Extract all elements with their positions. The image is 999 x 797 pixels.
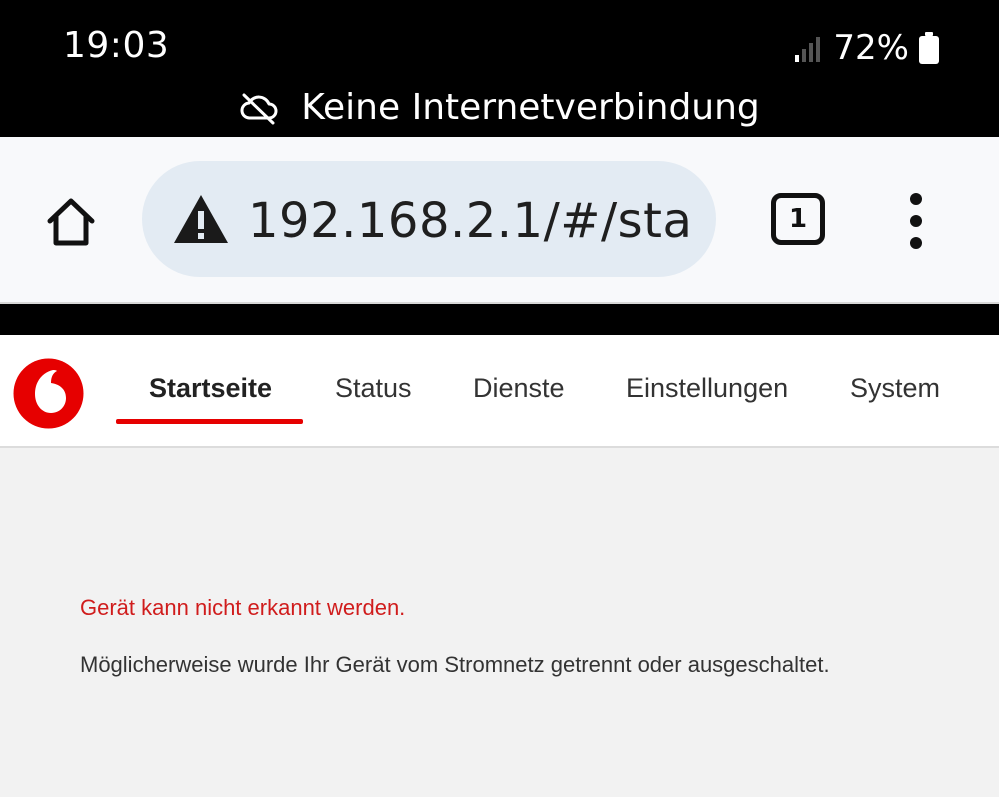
status-time: 19:03 xyxy=(63,25,170,66)
battery-icon xyxy=(919,32,939,64)
tab-switcher-button[interactable]: 1 xyxy=(771,193,825,245)
connectivity-notice-text: Keine Internetverbindung xyxy=(301,87,760,128)
android-status-bar: 19:03 72% Keine Internetverbindung xyxy=(0,0,999,137)
error-title: Gerät kann nicht erkannt werden. xyxy=(80,595,406,620)
home-button[interactable] xyxy=(40,191,102,253)
browser-toolbar: 192.168.2.1/#/status 1 xyxy=(0,137,999,304)
nav-einstellungen[interactable]: Einstellungen xyxy=(626,371,788,405)
vodafone-logo[interactable] xyxy=(13,358,84,429)
nav-status[interactable]: Status xyxy=(335,371,412,405)
site-navigation: Startseite Status Dienste Einstellungen … xyxy=(0,335,999,448)
status-indicators: 72% xyxy=(795,26,939,70)
address-bar[interactable]: 192.168.2.1/#/status xyxy=(142,161,716,277)
nav-startseite[interactable]: Startseite xyxy=(149,371,272,405)
home-icon xyxy=(47,198,95,246)
cloud-off-icon xyxy=(240,93,278,125)
more-vert-icon[interactable] xyxy=(896,193,936,249)
error-description: Möglicherweise wurde Ihr Gerät vom Strom… xyxy=(80,652,830,677)
page-top-strip xyxy=(0,304,999,335)
active-tab-indicator xyxy=(116,419,303,424)
signal-icon xyxy=(795,34,823,62)
warning-icon[interactable] xyxy=(172,193,230,245)
nav-system[interactable]: System xyxy=(850,371,940,405)
nav-dienste[interactable]: Dienste xyxy=(473,371,565,405)
battery-percentage: 72% xyxy=(833,28,909,68)
url-text[interactable]: 192.168.2.1/#/status xyxy=(248,191,693,251)
connectivity-notice: Keine Internetverbindung xyxy=(0,84,999,132)
tab-count: 1 xyxy=(788,204,808,234)
main-content: Gerät kann nicht erkannt werden. Möglich… xyxy=(0,450,999,797)
